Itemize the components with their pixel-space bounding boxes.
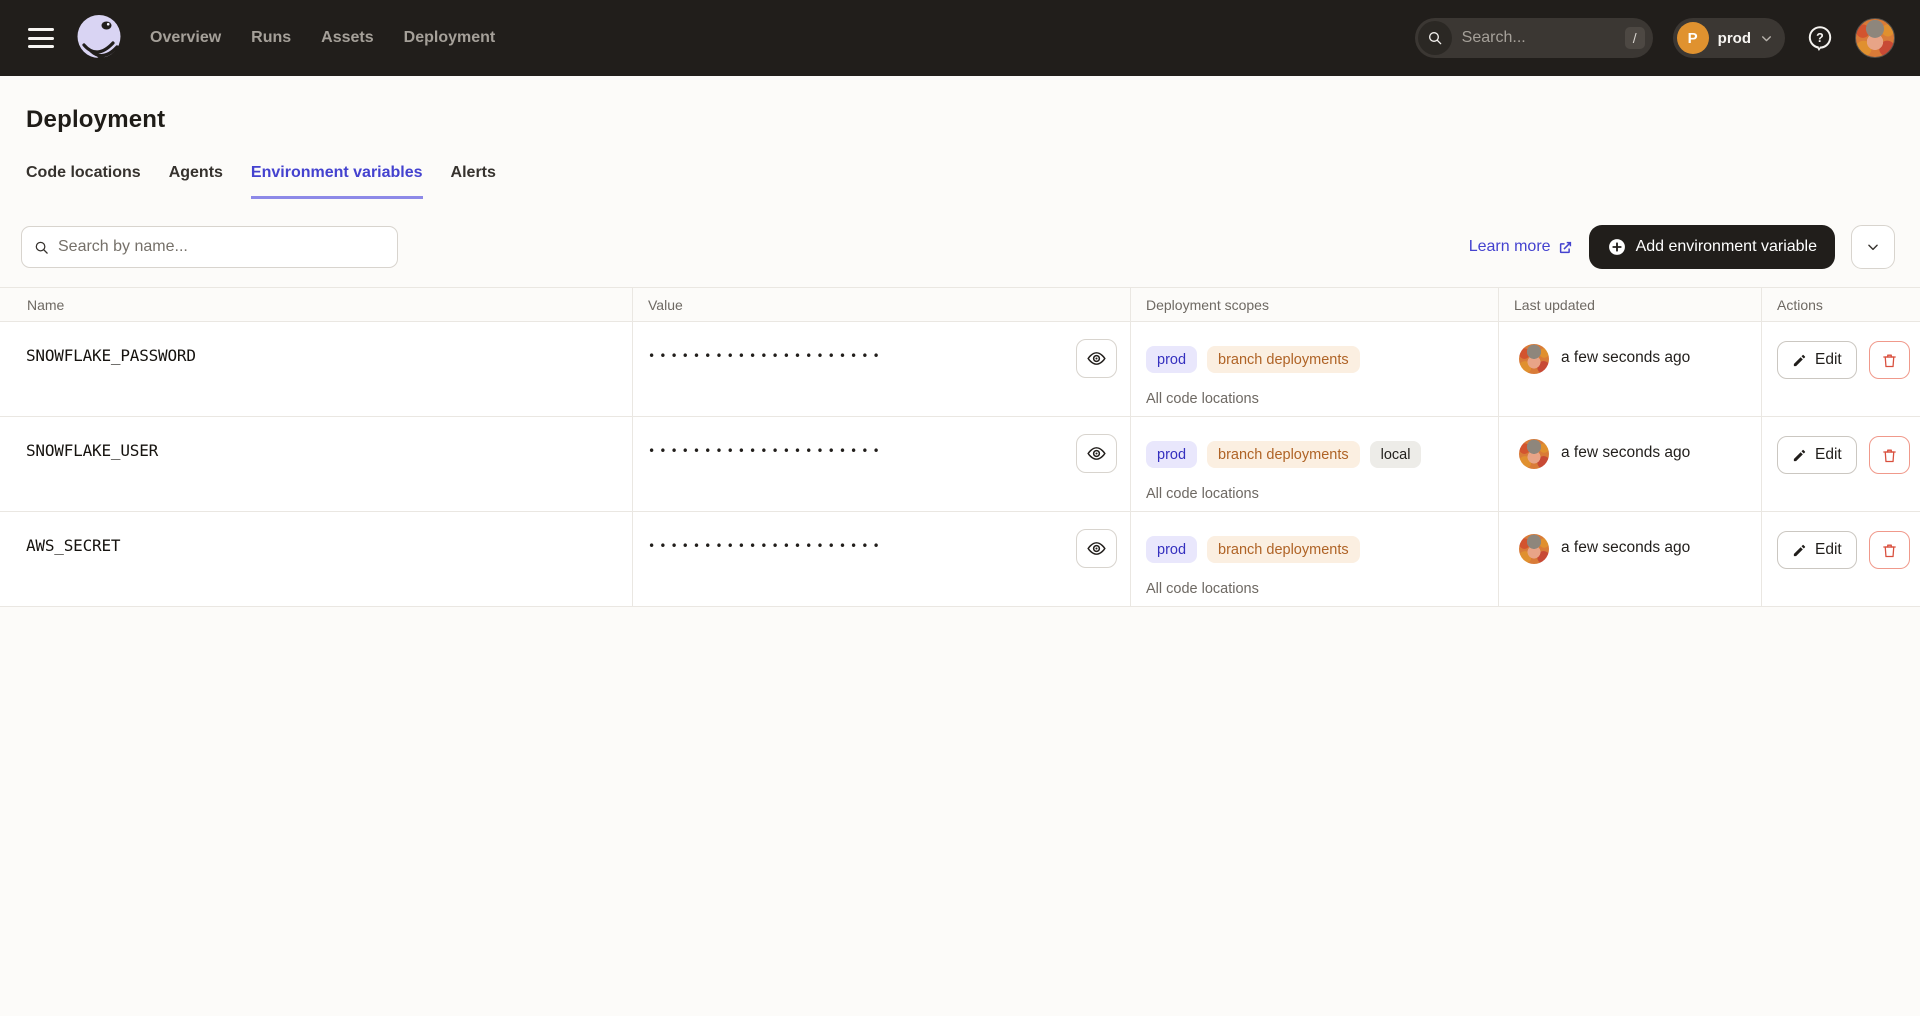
add-options-dropdown-button[interactable]	[1851, 225, 1895, 269]
eye-icon	[1086, 443, 1107, 464]
learn-more-link[interactable]: Learn more	[1469, 238, 1573, 256]
dagster-logo-icon[interactable]	[72, 11, 126, 65]
reveal-value-button[interactable]	[1076, 434, 1117, 473]
reveal-value-button[interactable]	[1076, 529, 1117, 568]
chevron-down-icon	[1760, 32, 1773, 45]
column-header-scopes: Deployment scopes	[1131, 288, 1499, 321]
scope-badges: prod branch deployments	[1146, 346, 1498, 373]
add-button-label: Add environment variable	[1636, 238, 1817, 256]
scope-badge-branch: branch deployments	[1207, 346, 1360, 373]
trash-icon	[1881, 352, 1898, 369]
edit-button-label: Edit	[1815, 541, 1842, 559]
scope-badges: prod branch deployments local	[1146, 441, 1498, 468]
code-locations-label: All code locations	[1146, 486, 1498, 502]
search-shortcut-key: /	[1625, 27, 1645, 49]
env-var-name: SNOWFLAKE_USER	[26, 441, 158, 460]
trash-icon	[1881, 447, 1898, 464]
delete-button[interactable]	[1869, 341, 1910, 379]
updater-avatar	[1519, 439, 1549, 469]
column-header-name: Name	[0, 288, 633, 321]
table-header-row: Name Value Deployment scopes Last update…	[0, 287, 1920, 322]
updater-avatar	[1519, 534, 1549, 564]
column-header-updated: Last updated	[1499, 288, 1762, 321]
user-avatar[interactable]	[1855, 18, 1895, 58]
nav-item-runs[interactable]: Runs	[251, 29, 291, 47]
nav-item-overview[interactable]: Overview	[150, 29, 221, 47]
table-body: SNOWFLAKE_PASSWORD •••••••••••••••••••••…	[0, 322, 1920, 607]
pencil-icon	[1792, 543, 1807, 558]
masked-value: •••••••••••••••••••••	[648, 349, 884, 363]
scope-badge-local: local	[1370, 441, 1422, 468]
top-navigation-bar: Overview Runs Assets Deployment Search..…	[0, 0, 1920, 76]
org-initial-badge: P	[1677, 22, 1709, 54]
env-var-row: SNOWFLAKE_USER ••••••••••••••••••••• pro…	[0, 417, 1920, 512]
scope-badge-prod: prod	[1146, 536, 1197, 563]
search-icon	[1418, 21, 1452, 55]
scope-badge-prod: prod	[1146, 346, 1197, 373]
masked-value: •••••••••••••••••••••	[648, 444, 884, 458]
global-search-input[interactable]: Search... /	[1415, 18, 1653, 58]
chevron-down-icon	[1866, 240, 1880, 254]
pencil-icon	[1792, 448, 1807, 463]
scope-badge-prod: prod	[1146, 441, 1197, 468]
plus-circle-icon	[1607, 237, 1627, 257]
svg-text:?: ?	[1816, 31, 1824, 45]
edit-button[interactable]: Edit	[1777, 436, 1857, 474]
help-button[interactable]: ?	[1805, 23, 1835, 53]
org-name-label: prod	[1718, 30, 1751, 47]
last-updated-text: a few seconds ago	[1561, 444, 1690, 462]
masked-value: •••••••••••••••••••••	[648, 539, 884, 553]
env-var-row: SNOWFLAKE_PASSWORD •••••••••••••••••••••…	[0, 322, 1920, 417]
external-link-icon	[1558, 240, 1573, 255]
scope-badges: prod branch deployments	[1146, 536, 1498, 563]
reveal-value-button[interactable]	[1076, 339, 1117, 378]
edit-button[interactable]: Edit	[1777, 341, 1857, 379]
learn-more-label: Learn more	[1469, 238, 1551, 256]
env-var-name: AWS_SECRET	[26, 536, 120, 555]
column-header-value: Value	[633, 288, 1131, 321]
nav-item-assets[interactable]: Assets	[321, 29, 373, 47]
delete-button[interactable]	[1869, 531, 1910, 569]
last-updated-text: a few seconds ago	[1561, 539, 1690, 557]
hamburger-menu-icon[interactable]	[28, 28, 54, 48]
trash-icon	[1881, 542, 1898, 559]
code-locations-label: All code locations	[1146, 391, 1498, 407]
primary-nav: Overview Runs Assets Deployment	[150, 29, 495, 47]
global-search-placeholder: Search...	[1462, 29, 1625, 47]
environment-variables-table: Name Value Deployment scopes Last update…	[0, 287, 1920, 607]
edit-button-label: Edit	[1815, 351, 1842, 369]
scope-badge-branch: branch deployments	[1207, 536, 1360, 563]
nav-item-deployment[interactable]: Deployment	[404, 29, 496, 47]
last-updated-text: a few seconds ago	[1561, 349, 1690, 367]
deployment-tabs: Code locations Agents Environment variab…	[0, 134, 1920, 199]
deployment-switcher[interactable]: P prod	[1673, 18, 1785, 58]
delete-button[interactable]	[1869, 436, 1910, 474]
column-header-actions: Actions	[1762, 288, 1920, 321]
page-title: Deployment	[26, 106, 1894, 134]
code-locations-label: All code locations	[1146, 581, 1498, 597]
pencil-icon	[1792, 353, 1807, 368]
search-icon	[34, 240, 49, 255]
eye-icon	[1086, 538, 1107, 559]
page-header: Deployment	[0, 76, 1920, 134]
tab-agents[interactable]: Agents	[169, 164, 223, 199]
add-environment-variable-button[interactable]: Add environment variable	[1589, 225, 1835, 269]
updater-avatar	[1519, 344, 1549, 374]
scope-badge-branch: branch deployments	[1207, 441, 1360, 468]
env-var-name: SNOWFLAKE_PASSWORD	[26, 346, 196, 365]
env-var-row: AWS_SECRET ••••••••••••••••••••• prodbra…	[0, 512, 1920, 607]
tab-alerts[interactable]: Alerts	[451, 164, 496, 199]
edit-button[interactable]: Edit	[1777, 531, 1857, 569]
tab-environment-variables[interactable]: Environment variables	[251, 164, 423, 199]
eye-icon	[1086, 348, 1107, 369]
tab-code-locations[interactable]: Code locations	[26, 164, 141, 199]
filter-by-name-input[interactable]	[58, 238, 385, 256]
edit-button-label: Edit	[1815, 446, 1842, 464]
env-vars-toolbar: Learn more Add environment variable	[0, 199, 1920, 287]
